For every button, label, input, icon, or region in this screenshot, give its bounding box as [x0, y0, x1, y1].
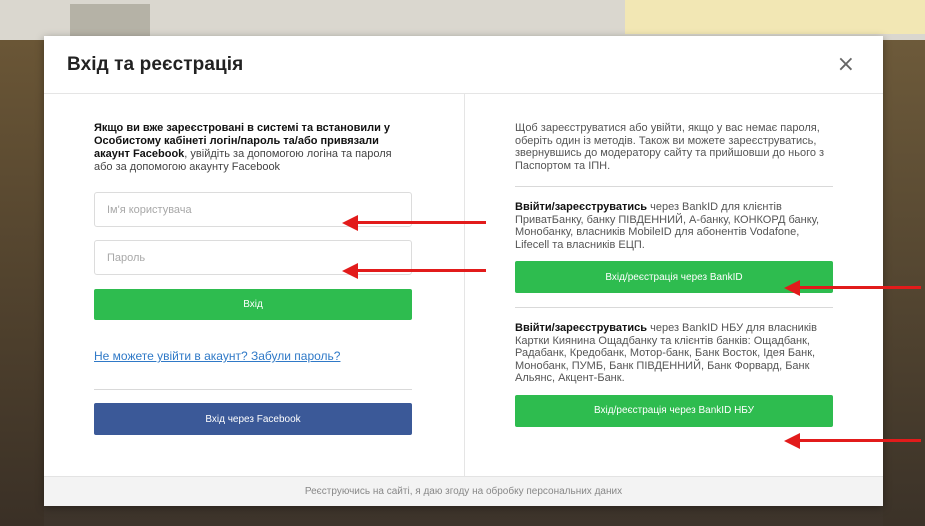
register-intro: Щоб зареєструватися або увійти, якщо у в…	[515, 122, 825, 172]
bankid-description-bold: Ввійти/зареєструватись	[515, 201, 648, 213]
modal-header: Вхід та реєстрація ×	[44, 36, 883, 94]
left-divider	[94, 389, 412, 390]
close-icon[interactable]: ×	[833, 52, 859, 78]
arrow-username-icon	[342, 215, 486, 231]
right-divider-2	[515, 307, 833, 308]
login-button[interactable]: Вхід	[94, 289, 412, 320]
modal-title: Вхід та реєстрація	[67, 53, 244, 75]
right-divider-1	[515, 186, 833, 187]
header-highlight-blurred	[625, 0, 925, 34]
username-placeholder: Ім'я користувача	[107, 203, 192, 216]
site-logo-blurred	[70, 4, 150, 38]
password-placeholder: Пароль	[107, 251, 146, 264]
background-image-left	[0, 40, 44, 526]
forgot-password-link[interactable]: Не можете увійти в акаунт? Забули пароль…	[94, 349, 412, 363]
login-intro: Якщо ви вже зареєстровані в системі та в…	[94, 122, 412, 174]
site-header-blurred	[0, 0, 925, 40]
bankid-nbu-login-button[interactable]: Вхід/реєстрація через BankID НБУ	[515, 394, 833, 427]
bankid-nbu-description: Ввійти/зареєструватись через BankID НБУ …	[515, 322, 836, 385]
arrow-bankid-nbu-icon	[784, 433, 921, 449]
modal-body: Якщо ви вже зареєстровані в системі та в…	[44, 94, 883, 476]
facebook-login-button[interactable]: Вхід через Facebook	[94, 403, 412, 435]
arrow-password-icon	[342, 263, 486, 279]
login-column: Якщо ви вже зареєстровані в системі та в…	[44, 94, 464, 476]
consent-footer: Реєструючись на сайті, я даю згоду на об…	[44, 476, 883, 506]
bankid-description: Ввійти/зареєструватись через BankID для …	[515, 201, 836, 251]
arrow-bankid-icon	[784, 280, 921, 296]
bankid-nbu-description-bold: Ввійти/зареєструватись	[515, 322, 648, 334]
bankid-nbu-block: Ввійти/зареєструватись через BankID НБУ …	[515, 322, 836, 427]
